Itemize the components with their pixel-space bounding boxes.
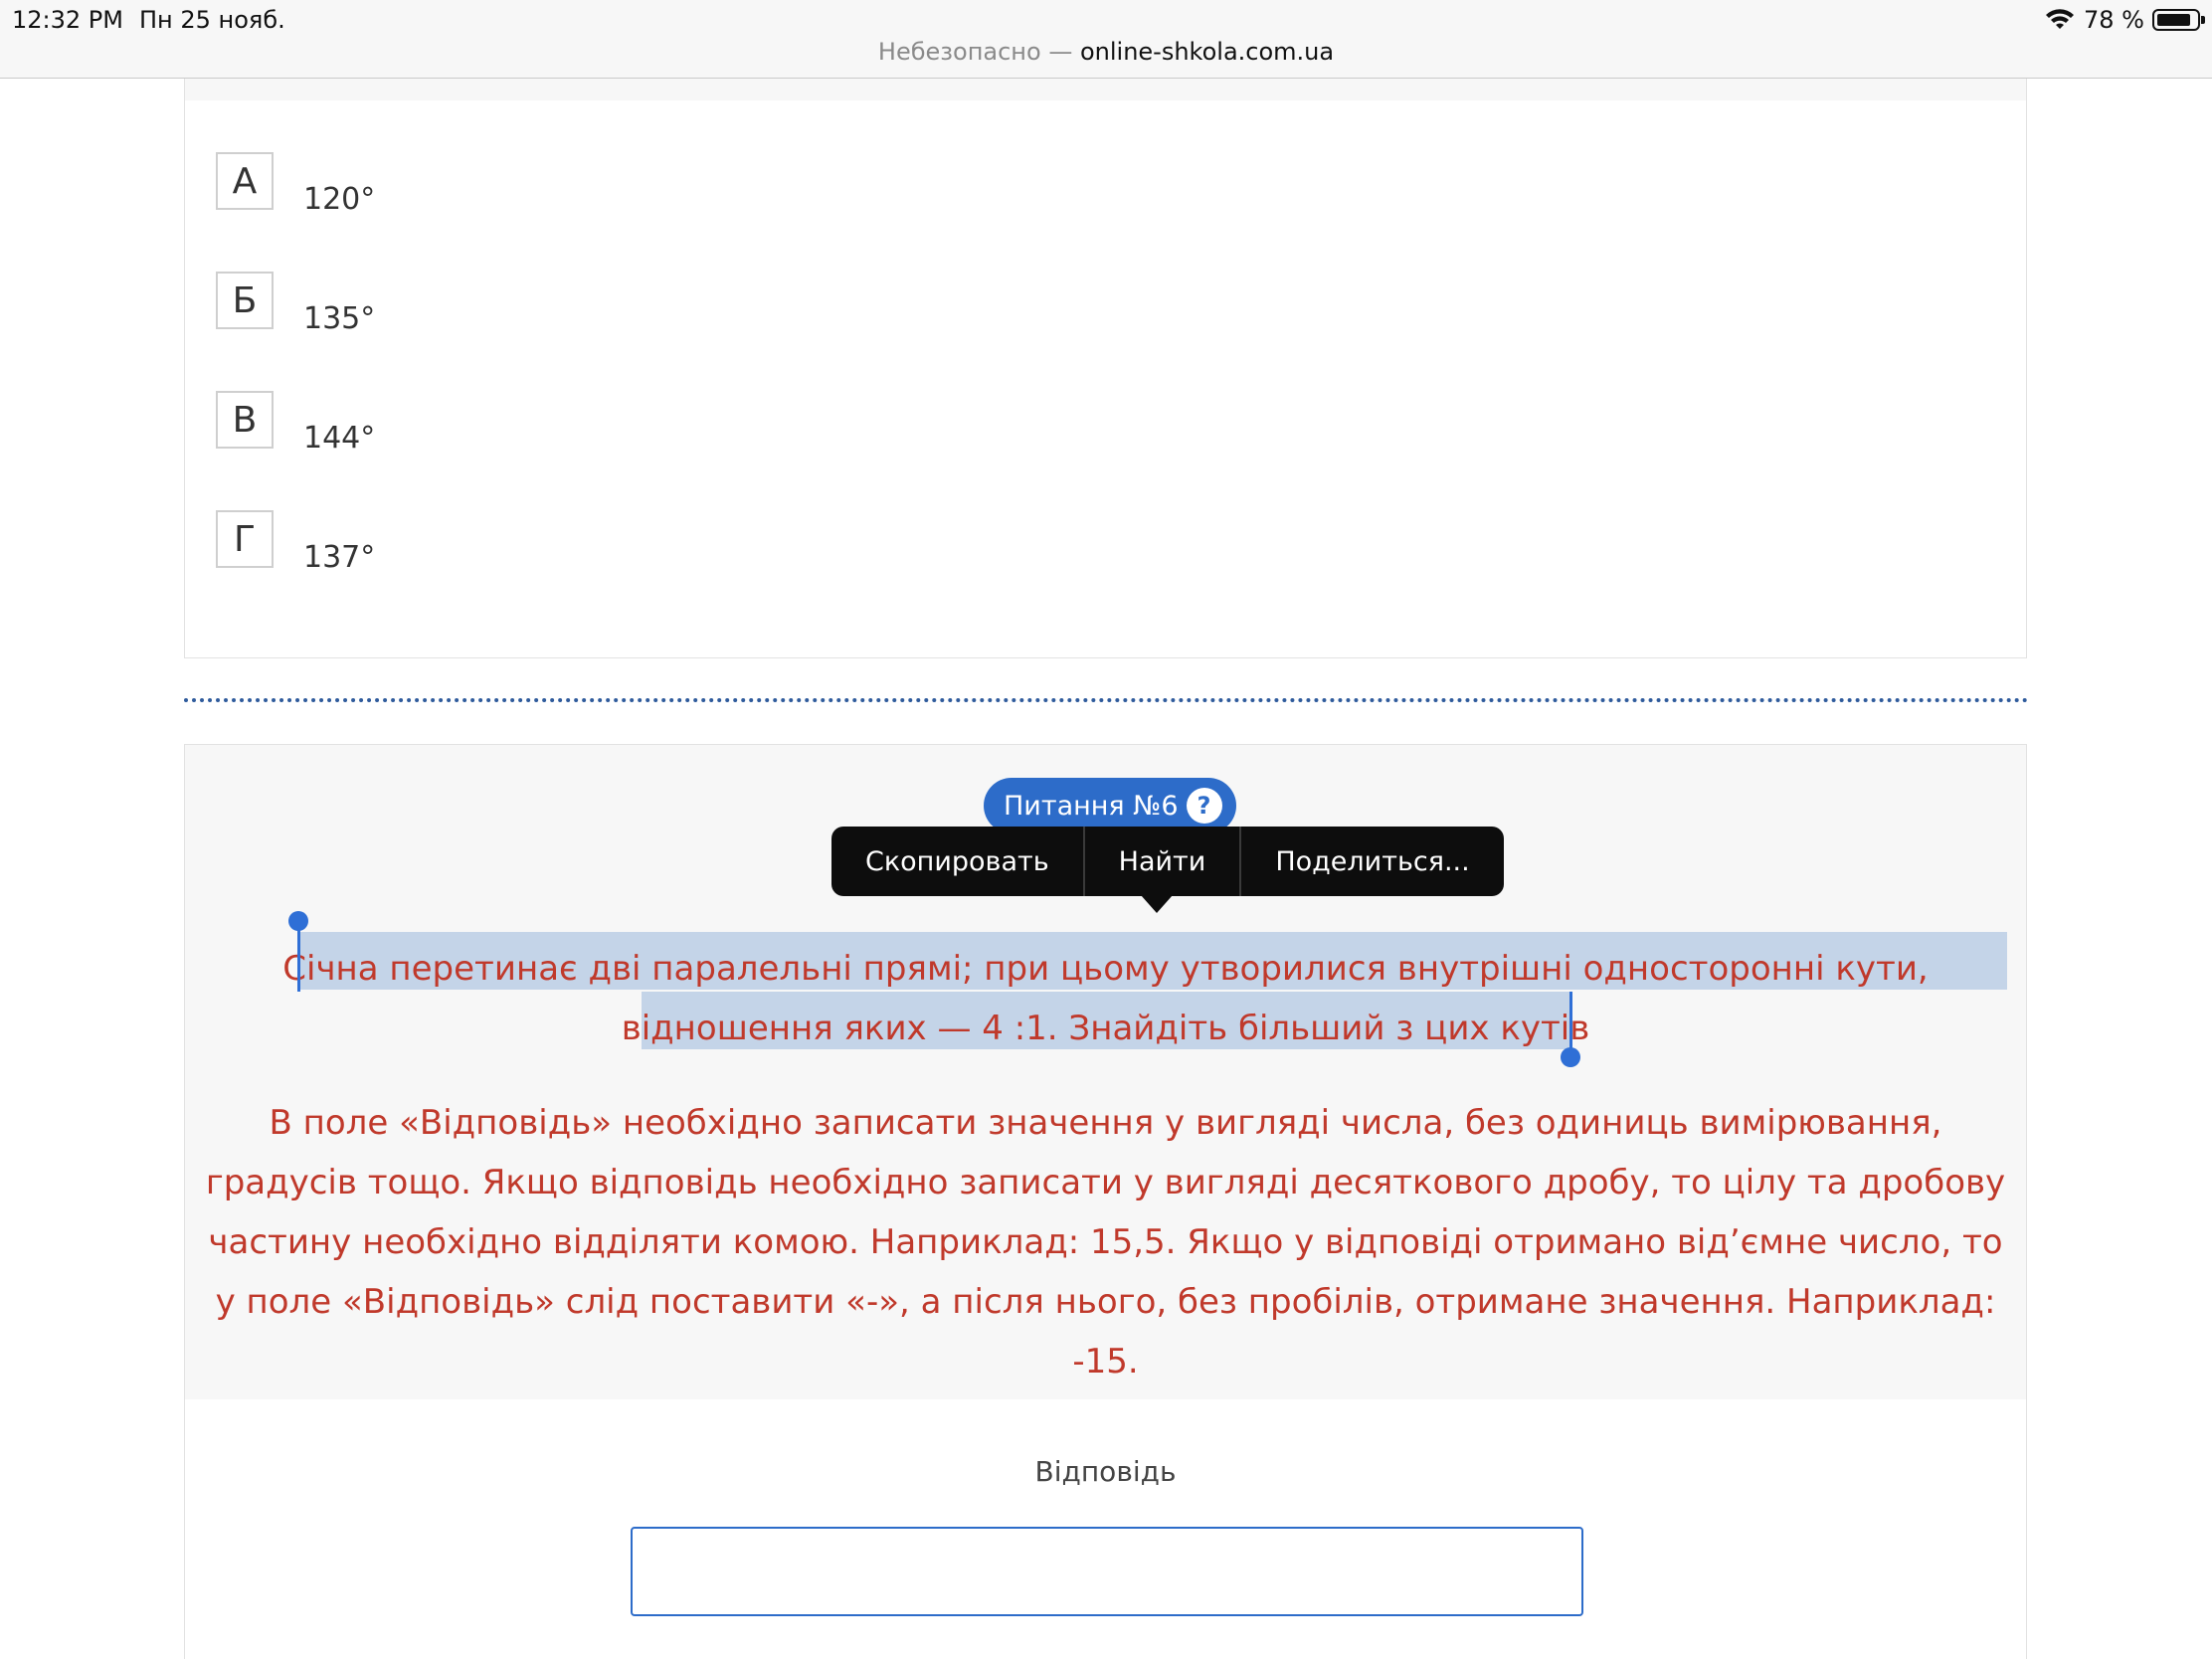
- browser-top-bar: 12:32 PM Пн 25 нояб. 78 % Небезопасно — …: [0, 0, 2212, 79]
- option-value: 135°: [303, 301, 376, 336]
- option-g[interactable]: Г 137°: [216, 510, 375, 575]
- security-label: Небезопасно: [877, 38, 1041, 66]
- option-value: 144°: [303, 421, 376, 456]
- share-button[interactable]: Поделиться...: [1239, 827, 1503, 896]
- question-number-badge: Питання №6 ?: [984, 778, 1236, 833]
- battery-percent: 78 %: [2084, 6, 2144, 34]
- answer-instructions: В поле «Відповідь» необхідно записати зн…: [205, 1103, 2006, 1382]
- option-value: 120°: [303, 182, 376, 217]
- option-a[interactable]: А 120°: [216, 152, 375, 217]
- copy-button[interactable]: Скопировать: [831, 827, 1083, 896]
- battery-icon: [2152, 9, 2205, 31]
- card-header-strip: [185, 79, 2026, 100]
- wifi-icon: [2046, 9, 2075, 29]
- previous-question-card: А 120° Б 135° В 144° Г 137°: [184, 79, 2027, 658]
- context-menu-pointer: [1141, 895, 1173, 913]
- status-date: Пн 25 нояб.: [139, 6, 285, 34]
- answer-input[interactable]: [631, 1527, 1583, 1616]
- option-b[interactable]: Б 135°: [216, 272, 375, 336]
- option-letter[interactable]: Г: [216, 510, 274, 568]
- find-button[interactable]: Найти: [1082, 827, 1240, 896]
- selection-start-caret: [297, 930, 300, 992]
- option-value: 137°: [303, 540, 376, 575]
- question-divider: [184, 698, 2029, 702]
- help-icon[interactable]: ?: [1186, 788, 1222, 824]
- question-number: Питання №6: [1004, 790, 1179, 822]
- selection-start-handle[interactable]: [288, 911, 308, 931]
- address-bar[interactable]: Небезопасно — online-shkola.com.ua: [0, 38, 2212, 66]
- address-separator: —: [1048, 38, 1073, 66]
- option-v[interactable]: В 144°: [216, 391, 375, 456]
- answer-label: Відповідь: [1034, 1455, 1177, 1488]
- option-letter[interactable]: Б: [216, 272, 274, 329]
- status-indicators: 78 %: [2046, 6, 2205, 34]
- selection-end-caret: [1569, 992, 1572, 1053]
- question-text-line2: відношення яких — 4 :1. Знайдіть більший…: [621, 1009, 1590, 1048]
- selection-end-handle[interactable]: [1561, 1047, 1580, 1067]
- question-text-line1: Січна перетинає дві паралельні прямі; пр…: [282, 949, 1929, 989]
- option-letter[interactable]: В: [216, 391, 274, 449]
- question-text[interactable]: Січна перетинає дві паралельні прямі; пр…: [185, 939, 2026, 1058]
- option-letter[interactable]: А: [216, 152, 274, 210]
- status-time: 12:32 PM: [12, 6, 123, 34]
- address-domain: online-shkola.com.ua: [1079, 38, 1335, 66]
- text-context-menu: Скопировать Найти Поделиться...: [831, 827, 1504, 896]
